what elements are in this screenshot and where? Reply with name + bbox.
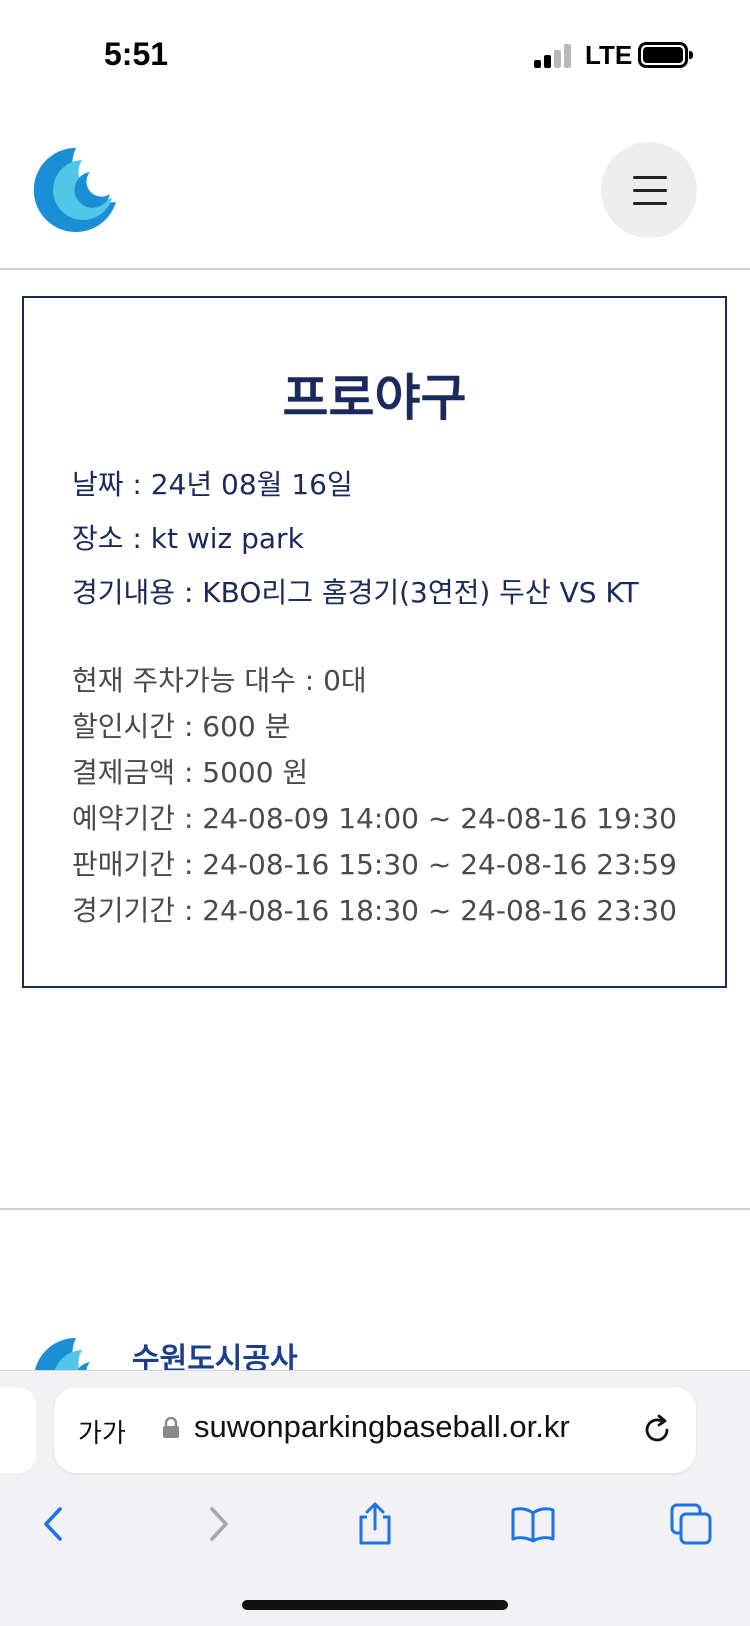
menu-button[interactable] [601,142,697,238]
previous-tab[interactable] [0,1387,36,1473]
status-bar: 5:51 LTE [0,0,750,110]
lock-icon [163,1417,179,1438]
event-date: 날짜 : 24년 08월 16일 [72,468,353,501]
available-spots: 현재 주차가능 대수 : 0대 [72,664,367,697]
browser-toolbar [0,1485,750,1575]
battery-icon [638,42,693,68]
signal-icon [534,44,572,68]
footer-divider [0,1208,750,1210]
ring-logo[interactable] [20,140,120,240]
event-title: 프로야구 [282,369,467,427]
game-period: 경기기간 : 24-08-16 18:30 ~ 24-08-16 23:30 [72,894,677,927]
share-icon[interactable] [352,1501,398,1547]
discount-time: 할인시간 : 600 분 [72,710,291,743]
home-indicator [242,1600,508,1610]
reservation-period: 예약기간 : 24-08-09 14:00 ~ 24-08-16 19:30 [72,802,677,835]
footer-org-name: 수원도시공사 [132,1342,298,1372]
event-info-card: 프로야구 날짜 : 24년 08월 16일 장소 : kt wiz park 경… [22,296,727,988]
url-text[interactable]: suwonparkingbaseball.or.kr [194,1409,570,1445]
event-content: 경기내용 : KBO리그 홈경기(3연전) 두산 VS KT [72,576,639,609]
forward-icon[interactable] [194,1501,240,1547]
hamburger-icon [633,176,667,179]
status-time: 5:51 [104,36,169,72]
browser-bar: 가가 suwonparkingbaseball.or.kr [0,1370,750,1626]
tabs-icon[interactable] [668,1501,714,1547]
back-icon[interactable] [32,1501,78,1547]
network-label: LTE [585,40,633,70]
sale-period: 판매기간 : 24-08-16 15:30 ~ 24-08-16 23:59 [72,848,677,881]
bookmarks-icon[interactable] [510,1501,556,1547]
payment-amount: 결제금액 : 5000 원 [72,756,309,789]
event-place: 장소 : kt wiz park [72,522,304,555]
reload-icon[interactable] [640,1413,674,1447]
address-bar[interactable]: 가가 suwonparkingbaseball.or.kr [54,1387,696,1473]
site-header [0,110,750,270]
text-size-button[interactable]: 가가 [78,1413,126,1450]
footer-logo [35,1337,90,1370]
